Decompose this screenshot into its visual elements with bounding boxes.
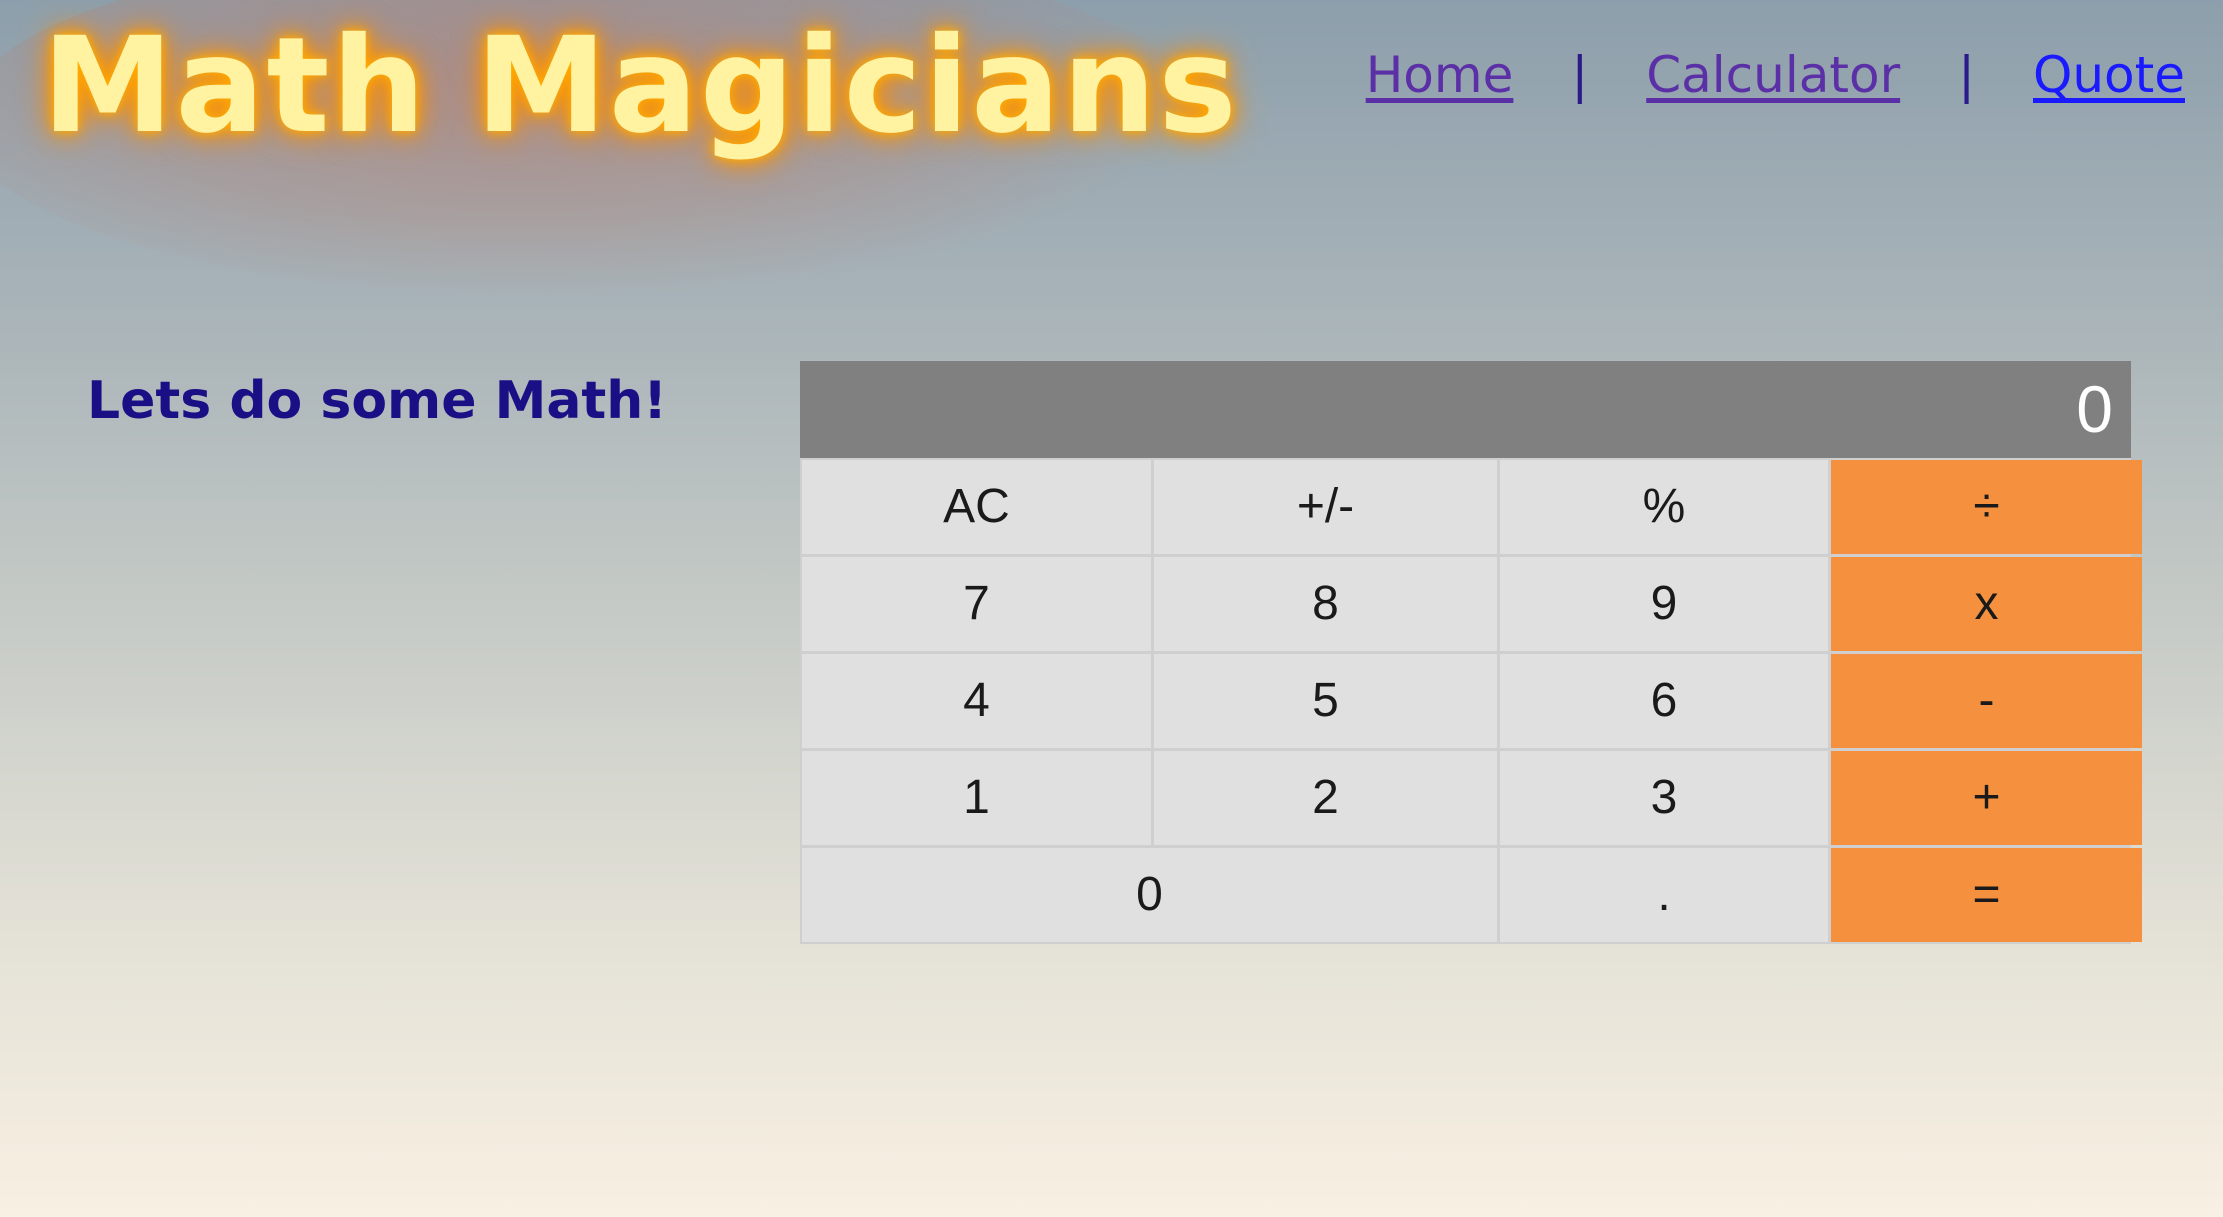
nav-separator: | [1958,46,1975,104]
percent-button[interactable]: % [1500,460,1828,554]
digit-8-button[interactable]: 8 [1154,557,1497,651]
page-tagline: Lets do some Math! [87,371,668,431]
calculator-keypad: AC +/- % ÷ 7 8 9 x 4 5 6 - 1 2 3 + 0 . = [800,458,2142,944]
digit-7-button[interactable]: 7 [802,557,1151,651]
calculator: 0 AC +/- % ÷ 7 8 9 x 4 5 6 - 1 2 3 + 0 .… [800,361,2142,944]
nav-link-home[interactable]: Home [1366,40,1514,110]
digit-4-button[interactable]: 4 [802,654,1151,748]
divide-button[interactable]: ÷ [1831,460,2142,554]
digit-1-button[interactable]: 1 [802,751,1151,845]
nav-separator: | [1571,46,1589,104]
add-button[interactable]: + [1831,751,2142,845]
calculator-display: 0 [800,361,2131,458]
subtract-button[interactable]: - [1831,654,2142,748]
nav-link-calculator[interactable]: Calculator [1646,40,1900,110]
digit-6-button[interactable]: 6 [1500,654,1828,748]
digit-2-button[interactable]: 2 [1154,751,1497,845]
sign-toggle-button[interactable]: +/- [1154,460,1497,554]
decimal-button[interactable]: . [1500,848,1828,942]
digit-0-button[interactable]: 0 [802,848,1497,942]
multiply-button[interactable]: x [1831,557,2142,651]
digit-3-button[interactable]: 3 [1500,751,1828,845]
digit-5-button[interactable]: 5 [1154,654,1497,748]
main-nav: Home | Calculator | Quote [1366,40,2185,110]
site-logo: Math Magicians [42,9,1239,163]
clear-button[interactable]: AC [802,460,1151,554]
equals-button[interactable]: = [1831,848,2142,942]
digit-9-button[interactable]: 9 [1500,557,1828,651]
nav-link-quote[interactable]: Quote [2033,40,2185,110]
